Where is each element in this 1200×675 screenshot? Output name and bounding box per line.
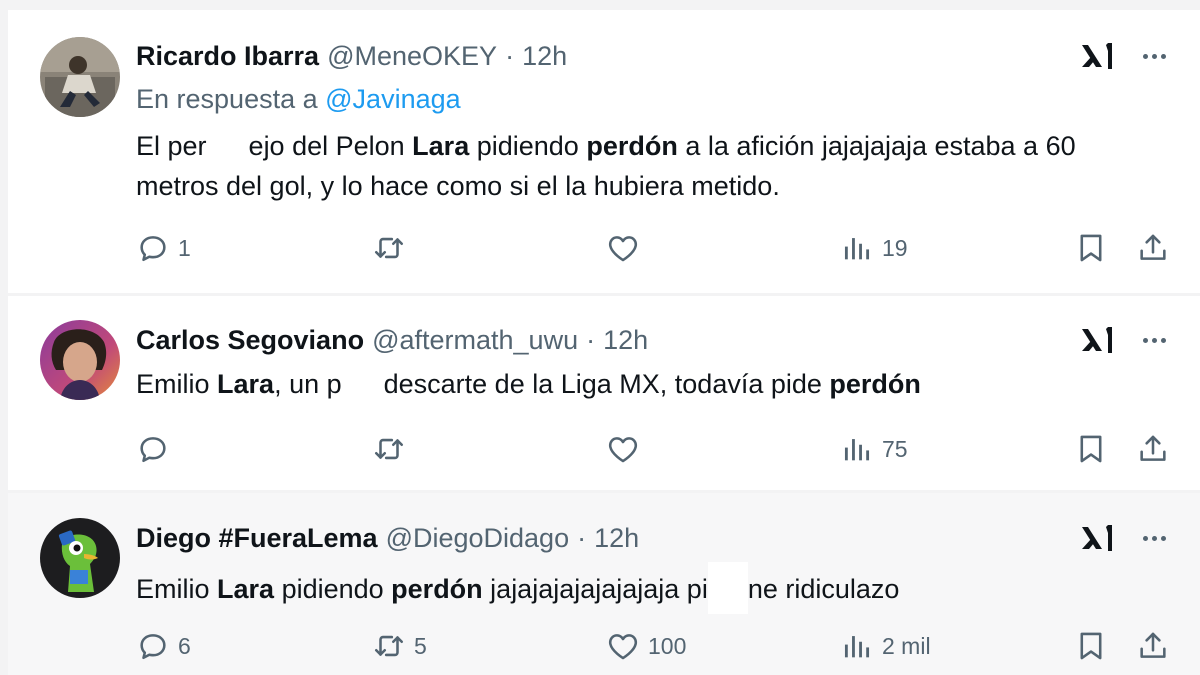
text-segment: pidiendo <box>274 574 392 604</box>
text-segment: Emilio <box>136 574 218 604</box>
bar-chart-icon <box>840 629 874 663</box>
like-button[interactable]: 100 <box>606 626 686 666</box>
retweet-count: 5 <box>414 632 427 659</box>
text-bold: Lara <box>412 131 470 161</box>
bookmark-button[interactable] <box>1074 429 1108 469</box>
text-segment: Emilio <box>136 369 218 399</box>
views-count: 2 mil <box>882 632 931 659</box>
share-upload-icon <box>1136 629 1170 663</box>
author-handle[interactable]: @MeneOKEY <box>327 41 497 72</box>
grok-logo-icon[interactable] <box>1080 324 1116 356</box>
bookmark-button[interactable] <box>1074 626 1108 666</box>
tweet-text: Emilio Lara, un p descarte de la Liga MX,… <box>136 364 1146 404</box>
text-bold: perdón <box>391 574 483 604</box>
bookmark-icon <box>1074 231 1108 265</box>
retweet-arrows-icon <box>372 432 406 466</box>
separator-dot: · <box>505 40 515 71</box>
reply-count: 1 <box>178 234 191 261</box>
retweet-arrows-icon <box>372 231 406 265</box>
bar-chart-icon <box>840 231 874 265</box>
bookmark-icon <box>1074 432 1108 466</box>
text-segment: , un p <box>274 369 342 399</box>
redaction-block <box>707 562 748 614</box>
like-button[interactable] <box>606 429 648 469</box>
retweet-button[interactable]: 5 <box>372 626 427 666</box>
reply-mention-link[interactable]: @Javinaga <box>325 84 461 114</box>
separator-dot: · <box>577 522 587 553</box>
redaction-block <box>341 366 384 400</box>
text-segment: ne ridiculazo <box>747 574 900 604</box>
retweet-arrows-icon <box>372 629 406 663</box>
text-bold: Lara <box>217 369 275 399</box>
more-dots-icon[interactable] <box>1136 324 1172 356</box>
grok-logo-icon[interactable] <box>1080 522 1116 554</box>
reply-context: En respuesta a @Javinaga <box>136 84 461 115</box>
timestamp[interactable]: 12h <box>594 523 639 554</box>
text-segment: El per <box>136 131 207 161</box>
text-segment: jajajajajajajajaja pi <box>482 574 708 604</box>
author-name[interactable]: Carlos Segoviano <box>136 325 364 356</box>
grok-logo-icon[interactable] <box>1080 40 1116 72</box>
tweet-header: Diego #FueraLema @DiegoDidago · 12h <box>136 518 639 558</box>
speech-bubble-icon <box>136 432 170 466</box>
text-segment: descarte de la Liga MX, todavía pide <box>383 369 830 399</box>
action-bar: 6 5 100 2 mil <box>8 626 1200 666</box>
author-name[interactable]: Ricardo Ibarra <box>136 41 319 72</box>
timestamp[interactable]: 12h <box>603 325 648 356</box>
author-handle[interactable]: @aftermath_uwu <box>372 325 578 356</box>
more-dots-icon[interactable] <box>1136 522 1172 554</box>
author-handle[interactable]: @DiegoDidago <box>386 523 570 554</box>
tweet-card[interactable]: Carlos Segoviano @aftermath_uwu · 12h Em… <box>8 296 1200 490</box>
tweet-card[interactable]: Ricardo Ibarra @MeneOKEY · 12h En respue… <box>8 10 1200 293</box>
speech-bubble-icon <box>136 231 170 265</box>
like-count: 100 <box>648 632 687 659</box>
bar-chart-icon <box>840 432 874 466</box>
avatar[interactable] <box>40 518 120 598</box>
bookmark-button[interactable] <box>1074 228 1108 268</box>
views-count: 19 <box>882 234 908 261</box>
views-count: 75 <box>882 435 908 462</box>
tweet-header: Ricardo Ibarra @MeneOKEY · 12h <box>136 36 567 76</box>
text-bold: perdón <box>829 369 921 399</box>
heart-icon <box>606 432 640 466</box>
retweet-button[interactable] <box>372 228 414 268</box>
reply-button[interactable]: 6 <box>136 626 191 666</box>
text-segment: ejo del Pelon <box>248 131 413 161</box>
reply-button[interactable] <box>136 429 178 469</box>
text-segment: pidiendo <box>469 131 587 161</box>
avatar[interactable] <box>40 37 120 117</box>
tweet-card[interactable]: Diego #FueraLema @DiegoDidago · 12h Emil… <box>8 493 1200 675</box>
separator-dot: · <box>586 324 596 355</box>
retweet-button[interactable] <box>372 429 414 469</box>
share-upload-icon <box>1136 432 1170 466</box>
reply-count: 6 <box>178 632 191 659</box>
more-dots-icon[interactable] <box>1136 40 1172 72</box>
bookmark-icon <box>1074 629 1108 663</box>
text-bold: Lara <box>217 574 275 604</box>
views-button[interactable]: 75 <box>840 429 908 469</box>
redaction-block <box>206 128 249 162</box>
share-button[interactable] <box>1136 429 1170 469</box>
action-bar: 1 19 <box>8 228 1200 268</box>
views-button[interactable]: 19 <box>840 228 908 268</box>
avatar[interactable] <box>40 320 120 400</box>
heart-icon <box>606 231 640 265</box>
tweet-text: El per ejo del Pelon Lara pidiendo perdón… <box>136 126 1146 206</box>
timestamp[interactable]: 12h <box>522 41 567 72</box>
speech-bubble-icon <box>136 629 170 663</box>
heart-icon <box>606 629 640 663</box>
tweet-text: Emilio Lara pidiendo perdón jajajajajaja… <box>136 562 1146 614</box>
like-button[interactable] <box>606 228 648 268</box>
share-upload-icon <box>1136 231 1170 265</box>
text-bold: perdón <box>586 131 678 161</box>
views-button[interactable]: 2 mil <box>840 626 931 666</box>
tweet-header: Carlos Segoviano @aftermath_uwu · 12h <box>136 320 648 360</box>
share-button[interactable] <box>1136 626 1170 666</box>
reply-prefix: En respuesta a <box>136 84 318 114</box>
share-button[interactable] <box>1136 228 1170 268</box>
action-bar: 75 <box>8 429 1200 469</box>
author-name[interactable]: Diego #FueraLema <box>136 523 378 554</box>
reply-button[interactable]: 1 <box>136 228 191 268</box>
